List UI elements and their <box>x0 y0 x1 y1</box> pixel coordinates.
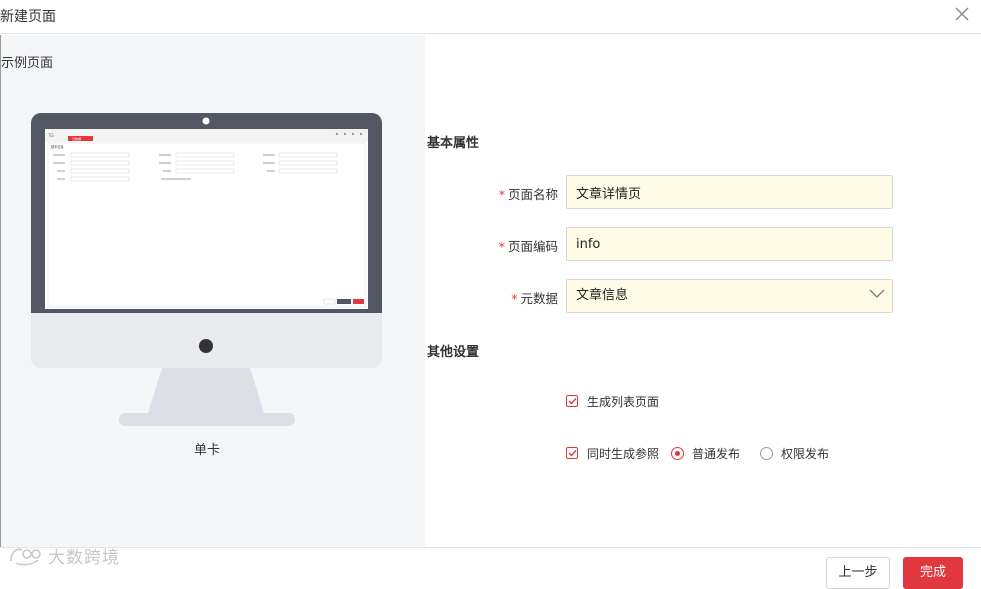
mini-tab-label: 元数据 <box>72 136 81 141</box>
preview-label: 示例页面 <box>1 56 54 71</box>
footer-divider <box>0 547 981 548</box>
gen-list-label: 生成列表页面 <box>587 394 660 409</box>
preview-caption: 单卡 <box>193 443 220 458</box>
gen-list-checkbox[interactable] <box>566 395 578 407</box>
mini-button-cancel <box>323 298 336 305</box>
chevron-down-icon[interactable] <box>869 289 885 299</box>
section-basic-title: 基本属性 <box>427 136 480 151</box>
page-code-input[interactable] <box>566 227 893 261</box>
watermark-logo-icon <box>10 548 41 565</box>
power-button <box>199 339 213 353</box>
gen-ref-checkbox[interactable] <box>566 447 578 459</box>
required-mark: * <box>498 187 505 202</box>
monitor-illustration: TG 元数据 基本信息 <box>31 113 382 426</box>
monitor-stand <box>148 368 264 413</box>
done-button[interactable]: 完成 <box>903 557 963 589</box>
mini-panel-title: 基本信息 <box>51 144 64 149</box>
publish-normal-label: 普通发布 <box>692 446 741 461</box>
publish-permission-label: 权限发布 <box>781 446 830 461</box>
check-icon <box>568 398 577 405</box>
monitor-base <box>119 413 295 426</box>
dialog-title: 新建页面 <box>0 9 56 25</box>
section-other-title: 其他设置 <box>427 345 480 360</box>
gen-list-option[interactable]: 生成列表页面 <box>566 393 659 409</box>
publish-normal-radio[interactable] <box>671 446 685 460</box>
required-mark: * <box>511 291 518 306</box>
camera-dot <box>202 117 210 125</box>
mini-button-primary <box>353 299 364 304</box>
required-mark: * <box>498 239 505 254</box>
mini-button-secondary <box>337 299 351 304</box>
metadata-select-value: 文章信息 <box>576 288 629 303</box>
publish-permission-radio[interactable] <box>760 446 774 460</box>
mini-logo: TG <box>47 133 54 138</box>
page-name-label: * 页面名称 <box>498 187 558 202</box>
monitor-screen <box>45 129 368 309</box>
gen-ref-label: 同时生成参照 <box>587 446 660 461</box>
metadata-select[interactable]: 文章信息 <box>566 279 893 313</box>
close-icon[interactable] <box>953 5 971 23</box>
prev-button[interactable]: 上一步 <box>826 557 890 589</box>
watermark: 大数跨境 <box>8 543 120 568</box>
metadata-label: * 元数据 <box>511 291 558 306</box>
page-name-input[interactable] <box>566 175 893 209</box>
page-code-label: * 页面编码 <box>498 239 558 254</box>
gen-ref-row: 同时生成参照 普通发布 权限发布 <box>566 445 829 461</box>
check-icon <box>568 450 577 457</box>
preview-pane: 示例页面 TG 元数据 基本信息 单卡 <box>0 35 425 547</box>
watermark-text: 大数跨境 <box>48 548 120 568</box>
dialog-header: 新建页面 <box>0 0 981 34</box>
